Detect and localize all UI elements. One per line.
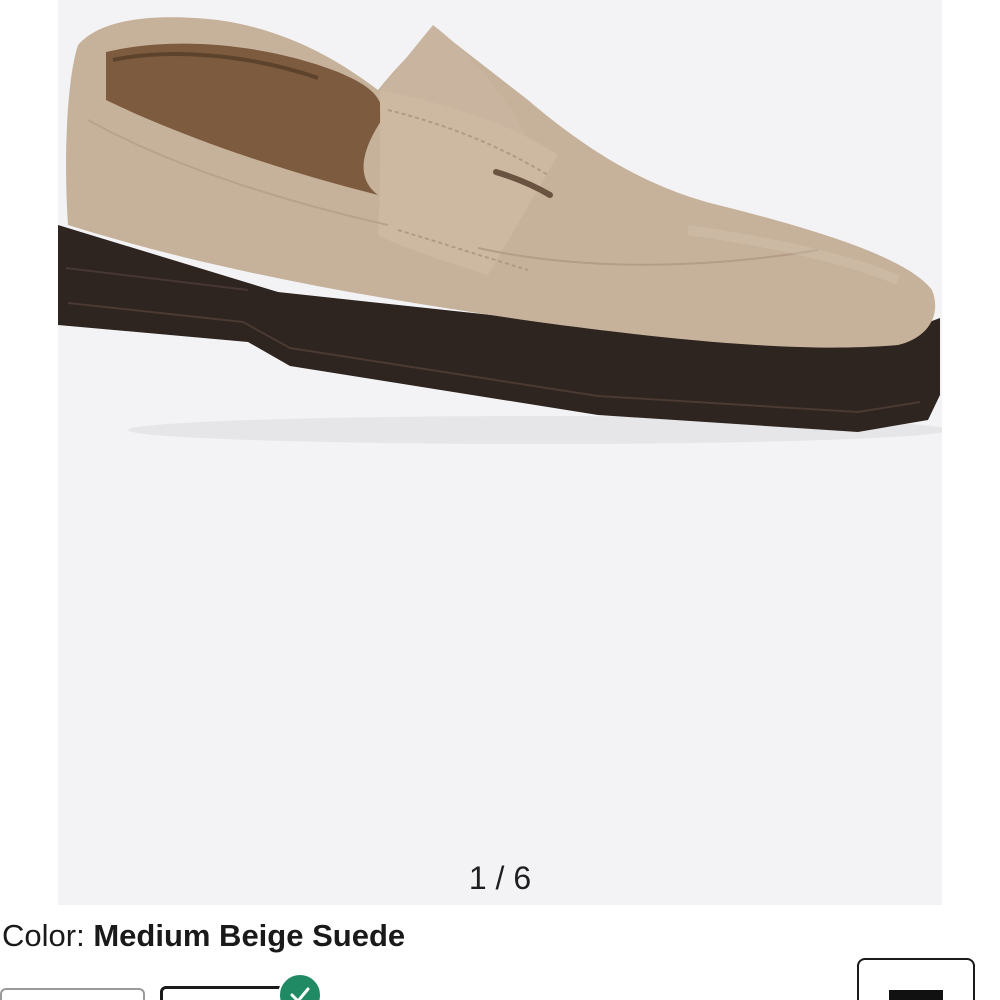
color-swatch-option[interactable] xyxy=(0,988,145,1000)
image-counter: 1 / 6 xyxy=(468,860,532,896)
suede-penny-loafer-image xyxy=(58,17,942,444)
product-page: 1 / 6 Color: Medium Beige Suede xyxy=(0,0,1000,1000)
color-value: Medium Beige Suede xyxy=(93,918,406,953)
check-icon xyxy=(278,973,322,1000)
partial-option-button[interactable] xyxy=(857,958,975,1000)
color-label: Color: xyxy=(2,918,85,953)
product-image-gallery[interactable]: 1 / 6 xyxy=(58,0,942,905)
color-selection-text: Color: Medium Beige Suede xyxy=(2,918,405,954)
button-icon xyxy=(889,990,943,1000)
